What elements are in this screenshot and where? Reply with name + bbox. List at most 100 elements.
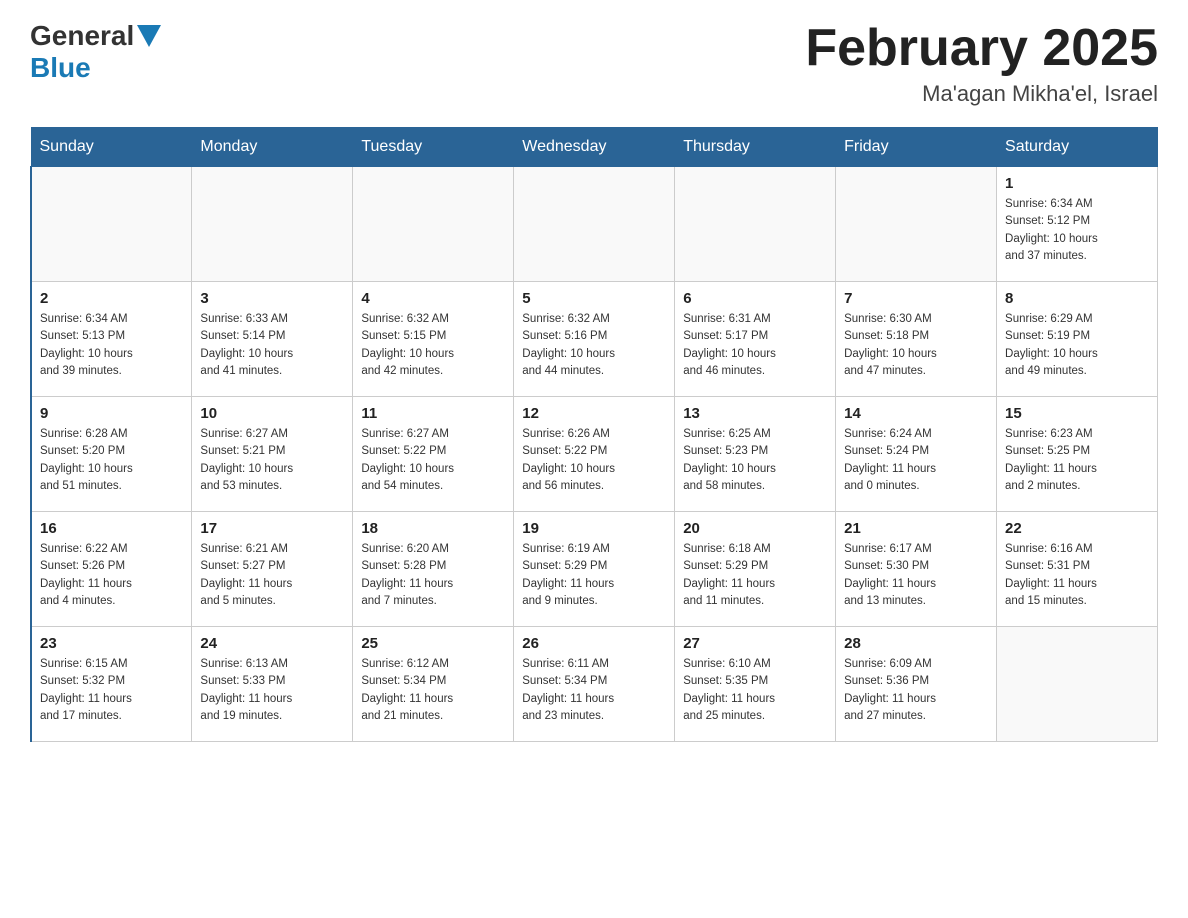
calendar-cell: 3 Sunrise: 6:33 AM Sunset: 5:14 PM Daylig… <box>192 282 353 397</box>
day-number: 10 <box>200 405 344 422</box>
calendar-header-monday: Monday <box>192 128 353 167</box>
day-number: 13 <box>683 405 827 422</box>
page-header: General Blue February 2025 Ma'agan Mikha… <box>30 20 1158 107</box>
day-info: Sunrise: 6:13 AM Sunset: 5:33 PM Dayligh… <box>200 656 344 725</box>
calendar-cell: 19 Sunrise: 6:19 AM Sunset: 5:29 PM Dayli… <box>514 512 675 627</box>
day-info: Sunrise: 6:09 AM Sunset: 5:36 PM Dayligh… <box>844 656 988 725</box>
day-info: Sunrise: 6:32 AM Sunset: 5:16 PM Dayligh… <box>522 311 666 380</box>
calendar-cell <box>997 627 1158 742</box>
calendar-cell: 1Sunrise: 6:34 AM Sunset: 5:12 PM Daylig… <box>997 167 1158 282</box>
calendar-header-saturday: Saturday <box>997 128 1158 167</box>
day-info: Sunrise: 6:17 AM Sunset: 5:30 PM Dayligh… <box>844 541 988 610</box>
day-info: Sunrise: 6:10 AM Sunset: 5:35 PM Dayligh… <box>683 656 827 725</box>
calendar-cell: 16 Sunrise: 6:22 AM Sunset: 5:26 PM Dayli… <box>31 512 192 627</box>
calendar-cell <box>192 167 353 282</box>
day-number: 15 <box>1005 405 1149 422</box>
day-number: 12 <box>522 405 666 422</box>
day-number: 18 <box>361 520 505 537</box>
calendar-cell: 23 Sunrise: 6:15 AM Sunset: 5:32 PM Dayli… <box>31 627 192 742</box>
day-info: Sunrise: 6:26 AM Sunset: 5:22 PM Dayligh… <box>522 426 666 495</box>
day-info: Sunrise: 6:27 AM Sunset: 5:22 PM Dayligh… <box>361 426 505 495</box>
calendar-header-row: SundayMondayTuesdayWednesdayThursdayFrid… <box>31 128 1158 167</box>
logo: General Blue <box>30 20 164 84</box>
calendar-cell: 4 Sunrise: 6:32 AM Sunset: 5:15 PM Daylig… <box>353 282 514 397</box>
calendar-table: SundayMondayTuesdayWednesdayThursdayFrid… <box>30 127 1158 742</box>
day-number: 19 <box>522 520 666 537</box>
calendar-cell: 27 Sunrise: 6:10 AM Sunset: 5:35 PM Dayli… <box>675 627 836 742</box>
day-info: Sunrise: 6:27 AM Sunset: 5:21 PM Dayligh… <box>200 426 344 495</box>
day-number: 8 <box>1005 290 1149 307</box>
calendar-cell: 18 Sunrise: 6:20 AM Sunset: 5:28 PM Dayli… <box>353 512 514 627</box>
day-info: Sunrise: 6:16 AM Sunset: 5:31 PM Dayligh… <box>1005 541 1149 610</box>
calendar-cell: 6 Sunrise: 6:31 AM Sunset: 5:17 PM Daylig… <box>675 282 836 397</box>
calendar-header-wednesday: Wednesday <box>514 128 675 167</box>
day-number: 28 <box>844 635 988 652</box>
day-info: Sunrise: 6:34 AM Sunset: 5:13 PM Dayligh… <box>40 311 183 380</box>
day-number: 4 <box>361 290 505 307</box>
calendar-cell: 5Sunrise: 6:32 AM Sunset: 5:16 PM Daylig… <box>514 282 675 397</box>
calendar-cell: 28 Sunrise: 6:09 AM Sunset: 5:36 PM Dayli… <box>836 627 997 742</box>
day-info: Sunrise: 6:15 AM Sunset: 5:32 PM Dayligh… <box>40 656 183 725</box>
calendar-cell <box>353 167 514 282</box>
calendar-cell: 2 Sunrise: 6:34 AM Sunset: 5:13 PM Daylig… <box>31 282 192 397</box>
day-info: Sunrise: 6:19 AM Sunset: 5:29 PM Dayligh… <box>522 541 666 610</box>
day-info: Sunrise: 6:22 AM Sunset: 5:26 PM Dayligh… <box>40 541 183 610</box>
day-info: Sunrise: 6:12 AM Sunset: 5:34 PM Dayligh… <box>361 656 505 725</box>
calendar-cell: 17Sunrise: 6:21 AM Sunset: 5:27 PM Dayli… <box>192 512 353 627</box>
day-info: Sunrise: 6:20 AM Sunset: 5:28 PM Dayligh… <box>361 541 505 610</box>
day-number: 26 <box>522 635 666 652</box>
day-info: Sunrise: 6:32 AM Sunset: 5:15 PM Dayligh… <box>361 311 505 380</box>
calendar-cell: 22Sunrise: 6:16 AM Sunset: 5:31 PM Dayli… <box>997 512 1158 627</box>
day-number: 14 <box>844 405 988 422</box>
calendar-cell <box>31 167 192 282</box>
day-number: 20 <box>683 520 827 537</box>
day-info: Sunrise: 6:31 AM Sunset: 5:17 PM Dayligh… <box>683 311 827 380</box>
calendar-cell: 21 Sunrise: 6:17 AM Sunset: 5:30 PM Dayli… <box>836 512 997 627</box>
day-number: 3 <box>200 290 344 307</box>
calendar-week-row: 1Sunrise: 6:34 AM Sunset: 5:12 PM Daylig… <box>31 167 1158 282</box>
day-number: 9 <box>40 405 183 422</box>
calendar-cell: 12 Sunrise: 6:26 AM Sunset: 5:22 PM Dayli… <box>514 397 675 512</box>
calendar-week-row: 23 Sunrise: 6:15 AM Sunset: 5:32 PM Dayli… <box>31 627 1158 742</box>
day-info: Sunrise: 6:30 AM Sunset: 5:18 PM Dayligh… <box>844 311 988 380</box>
day-info: Sunrise: 6:29 AM Sunset: 5:19 PM Dayligh… <box>1005 311 1149 380</box>
calendar-cell: 20Sunrise: 6:18 AM Sunset: 5:29 PM Dayli… <box>675 512 836 627</box>
calendar-header-tuesday: Tuesday <box>353 128 514 167</box>
day-info: Sunrise: 6:33 AM Sunset: 5:14 PM Dayligh… <box>200 311 344 380</box>
day-number: 7 <box>844 290 988 307</box>
day-number: 6 <box>683 290 827 307</box>
day-number: 11 <box>361 405 505 422</box>
calendar-cell: 25 Sunrise: 6:12 AM Sunset: 5:34 PM Dayli… <box>353 627 514 742</box>
day-number: 23 <box>40 635 183 652</box>
calendar-cell: 26 Sunrise: 6:11 AM Sunset: 5:34 PM Dayli… <box>514 627 675 742</box>
day-info: Sunrise: 6:34 AM Sunset: 5:12 PM Dayligh… <box>1005 196 1149 265</box>
calendar-cell: 8 Sunrise: 6:29 AM Sunset: 5:19 PM Daylig… <box>997 282 1158 397</box>
logo-general-text: General <box>30 20 134 52</box>
calendar-week-row: 9Sunrise: 6:28 AM Sunset: 5:20 PM Daylig… <box>31 397 1158 512</box>
location-title: Ma'agan Mikha'el, Israel <box>805 81 1158 107</box>
day-info: Sunrise: 6:24 AM Sunset: 5:24 PM Dayligh… <box>844 426 988 495</box>
calendar-cell <box>514 167 675 282</box>
day-number: 2 <box>40 290 183 307</box>
day-number: 21 <box>844 520 988 537</box>
calendar-cell <box>836 167 997 282</box>
day-number: 25 <box>361 635 505 652</box>
calendar-week-row: 2 Sunrise: 6:34 AM Sunset: 5:13 PM Daylig… <box>31 282 1158 397</box>
calendar-header-friday: Friday <box>836 128 997 167</box>
calendar-cell: 9Sunrise: 6:28 AM Sunset: 5:20 PM Daylig… <box>31 397 192 512</box>
calendar-week-row: 16 Sunrise: 6:22 AM Sunset: 5:26 PM Dayli… <box>31 512 1158 627</box>
day-info: Sunrise: 6:23 AM Sunset: 5:25 PM Dayligh… <box>1005 426 1149 495</box>
calendar-cell <box>675 167 836 282</box>
calendar-cell: 14 Sunrise: 6:24 AM Sunset: 5:24 PM Dayli… <box>836 397 997 512</box>
month-title: February 2025 <box>805 20 1158 77</box>
calendar-cell: 24Sunrise: 6:13 AM Sunset: 5:33 PM Dayli… <box>192 627 353 742</box>
day-info: Sunrise: 6:11 AM Sunset: 5:34 PM Dayligh… <box>522 656 666 725</box>
calendar-header-sunday: Sunday <box>31 128 192 167</box>
day-number: 27 <box>683 635 827 652</box>
day-info: Sunrise: 6:25 AM Sunset: 5:23 PM Dayligh… <box>683 426 827 495</box>
title-area: February 2025 Ma'agan Mikha'el, Israel <box>805 20 1158 107</box>
calendar-cell: 13 Sunrise: 6:25 AM Sunset: 5:23 PM Dayli… <box>675 397 836 512</box>
calendar-header-thursday: Thursday <box>675 128 836 167</box>
day-number: 16 <box>40 520 183 537</box>
calendar-cell: 11 Sunrise: 6:27 AM Sunset: 5:22 PM Dayli… <box>353 397 514 512</box>
